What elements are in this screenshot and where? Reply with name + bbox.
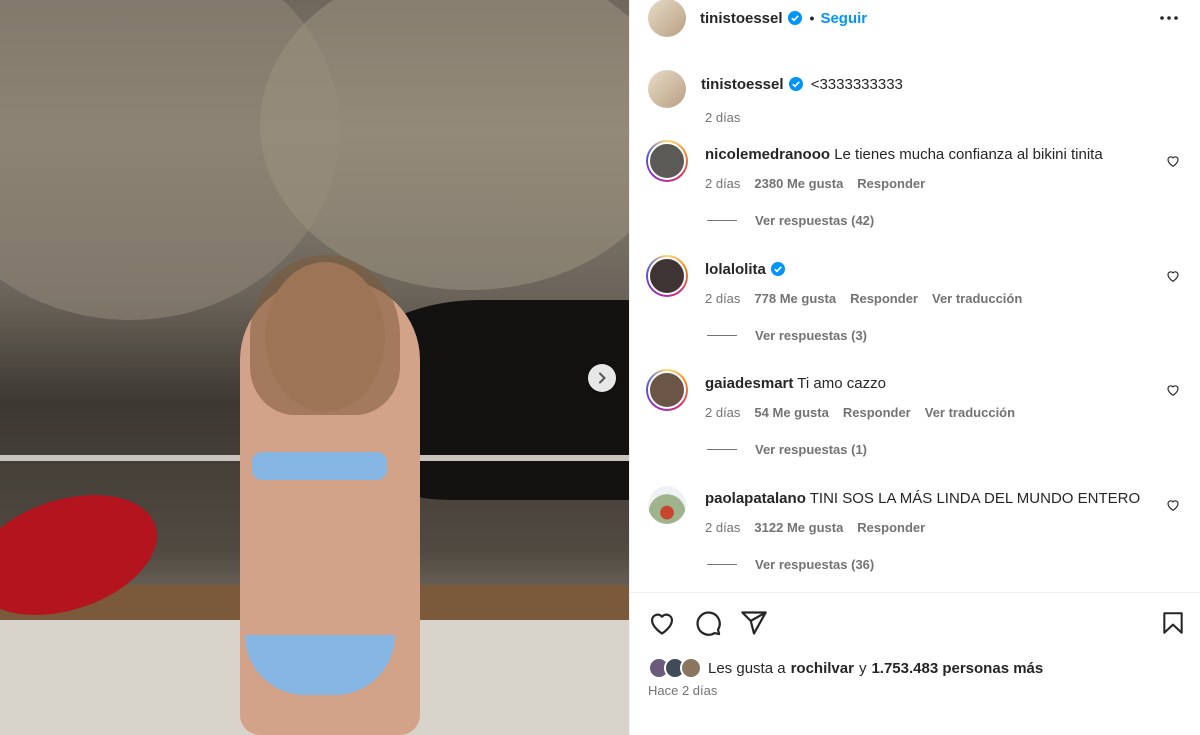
follow-button[interactable]: Seguir (820, 10, 867, 27)
avatar[interactable] (648, 70, 686, 108)
comment-time: 2 días (705, 291, 741, 306)
translate-button[interactable]: Ver traducción (932, 291, 1022, 306)
heart-icon[interactable] (1166, 498, 1180, 512)
comment: lolalolita 2 días 778 Me gusta Responder… (646, 255, 1196, 343)
likes-user[interactable]: rochilvar (791, 660, 854, 677)
view-replies-label: Ver respuestas (36) (755, 557, 875, 572)
view-replies-button[interactable]: Ver respuestas (36) (703, 557, 1196, 572)
heart-icon[interactable] (1166, 154, 1180, 168)
avatar[interactable] (646, 484, 688, 526)
view-replies-label: Ver respuestas (1) (755, 442, 868, 457)
next-image-button[interactable] (588, 364, 616, 392)
reply-button[interactable]: Responder (843, 405, 911, 420)
replies-line (707, 220, 737, 221)
avatar (680, 657, 702, 679)
verified-icon (787, 11, 802, 25)
avatar[interactable] (648, 0, 686, 37)
bookmark-icon[interactable] (1160, 609, 1186, 637)
replies-line (707, 564, 737, 565)
caption-time: 2 días (705, 110, 741, 125)
avatar[interactable] (646, 140, 688, 182)
comment-likes[interactable]: 778 Me gusta (754, 291, 836, 306)
comment-username[interactable]: lolalolita (705, 261, 766, 278)
comment: gaiadesmart Ti amo cazzo 2 días 54 Me gu… (646, 369, 1196, 457)
post-caption: tinistoessel <3333333333 2 días (648, 70, 1178, 125)
view-replies-label: Ver respuestas (42) (755, 213, 875, 228)
reply-button[interactable]: Responder (857, 176, 925, 191)
caption-text: <3333333333 (810, 76, 903, 93)
author-username[interactable]: tinistoessel (700, 10, 783, 27)
likes-count[interactable]: 1.753.483 personas más (871, 660, 1043, 677)
likes-conj: y (858, 659, 867, 677)
comment-text: TINI SOS LA MÁS LINDA DEL MUNDO ENTERO (809, 490, 1141, 507)
comment-username[interactable]: nicolemedranooo (705, 146, 830, 163)
bikini-top (252, 452, 387, 480)
view-replies-label: Ver respuestas (3) (755, 328, 868, 343)
verified-icon (770, 262, 785, 276)
post-date[interactable]: Hace 2 días (648, 683, 717, 698)
chevron-right-icon (599, 372, 606, 384)
replies-line (707, 335, 737, 336)
heart-icon[interactable] (1166, 269, 1180, 283)
verified-icon (788, 77, 803, 91)
view-replies-button[interactable]: Ver respuestas (1) (703, 442, 1196, 457)
more-options-icon[interactable] (1158, 8, 1180, 28)
comment-time: 2 días (705, 176, 741, 191)
post-media[interactable] (0, 0, 629, 735)
replies-line (707, 449, 737, 450)
caption-username[interactable]: tinistoessel (701, 76, 784, 93)
comment-text: Le tienes mucha confianza al bikini tini… (834, 146, 1103, 163)
reply-button[interactable]: Responder (857, 520, 925, 535)
view-replies-button[interactable]: Ver respuestas (3) (703, 328, 1196, 343)
post-actions: Les gusta a rochilvar y 1.753.483 person… (630, 592, 1200, 735)
rock-texture (260, 0, 629, 290)
heart-icon[interactable] (1166, 383, 1180, 397)
share-icon[interactable] (740, 609, 768, 637)
comment-likes[interactable]: 54 Me gusta (754, 405, 828, 420)
avatar[interactable] (646, 369, 688, 411)
like-heart-icon[interactable] (648, 609, 676, 637)
separator-dot: • (809, 10, 815, 26)
comment-username[interactable]: paolapatalano (705, 490, 806, 507)
likes-summary: Les gusta a rochilvar y 1.753.483 person… (648, 657, 1043, 679)
comment-text: Ti amo cazzo (797, 375, 886, 392)
comment-username[interactable]: gaiadesmart (705, 375, 793, 392)
comment-likes[interactable]: 3122 Me gusta (754, 520, 843, 535)
comment-time: 2 días (705, 520, 741, 535)
person-hair (250, 255, 400, 415)
avatar[interactable] (646, 255, 688, 297)
comment-time: 2 días (705, 405, 741, 420)
reply-button[interactable]: Responder (850, 291, 918, 306)
comment-likes[interactable]: 2380 Me gusta (754, 176, 843, 191)
translate-button[interactable]: Ver traducción (925, 405, 1015, 420)
likes-prefix: Les gusta a (708, 659, 786, 677)
comment-icon[interactable] (694, 609, 722, 637)
post-header: tinistoessel • Seguir (630, 0, 1200, 37)
post-panel: tinistoessel • Seguir tinistoessel <3333… (629, 0, 1200, 735)
comment: nicolemedranooo Le tienes mucha confianz… (646, 140, 1196, 228)
view-replies-button[interactable]: Ver respuestas (42) (703, 213, 1196, 228)
comment: paolapatalano TINI SOS LA MÁS LINDA DEL … (646, 484, 1196, 572)
